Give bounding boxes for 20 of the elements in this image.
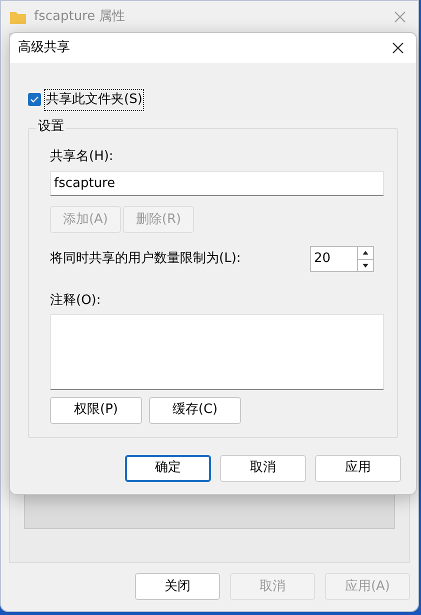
close-icon[interactable] bbox=[392, 42, 404, 54]
dialog-button[interactable]: 取消 bbox=[220, 454, 306, 482]
checkbox-label[interactable]: 共享此文件夹(S) bbox=[44, 89, 144, 110]
dialog-button[interactable]: 权限(P) bbox=[50, 396, 142, 424]
dialog-title: 高级共享 bbox=[18, 39, 70, 58]
dialog-button[interactable]: 确定 bbox=[125, 454, 211, 482]
share-name-label: 共享名(H): bbox=[50, 148, 114, 166]
share-name-field[interactable]: fscapture bbox=[50, 171, 384, 196]
comment-label: 注释(O): bbox=[50, 292, 102, 310]
limit-label: 将同时共享的用户数量限制为(L): bbox=[50, 250, 241, 268]
dialog-button[interactable]: 应用 bbox=[315, 454, 401, 482]
dialog-button[interactable]: 缓存(C) bbox=[149, 396, 241, 424]
group-title: 设置 bbox=[36, 118, 66, 134]
window-title: fscapture 属性 bbox=[34, 8, 126, 26]
number-value: 20 bbox=[313, 250, 332, 268]
dialog-button[interactable]: 关闭 bbox=[135, 573, 220, 600]
checkbox[interactable] bbox=[28, 93, 41, 106]
comment-field[interactable] bbox=[50, 314, 384, 390]
folder-icon bbox=[10, 10, 26, 24]
number-spinner[interactable]: 20 bbox=[310, 246, 374, 272]
